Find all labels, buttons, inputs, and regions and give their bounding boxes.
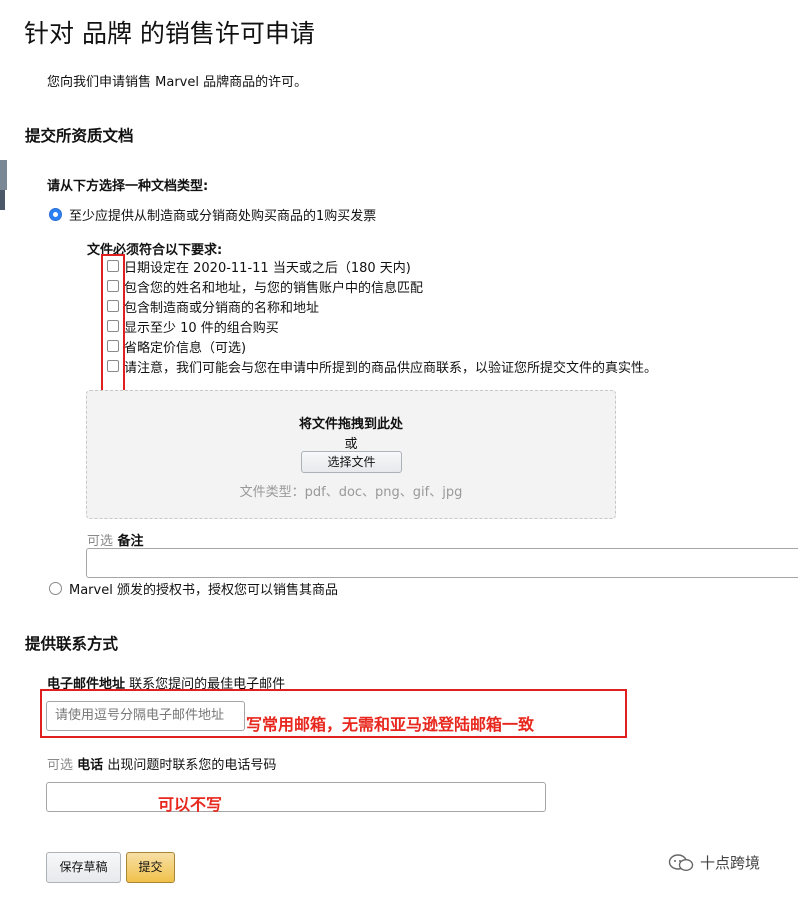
- watermark: 十点跨境: [668, 852, 760, 873]
- notes-label-text: 备注: [117, 534, 144, 549]
- requirement-item[interactable]: 日期设定在 2020-11-11 当天或之后（180 天内): [107, 256, 657, 276]
- optional-tag: 可选: [47, 758, 74, 773]
- wechat-icon: [668, 853, 694, 871]
- requirement-label: 请注意，我们可能会与您在申请中所提到的商品供应商联系，以验证您所提交文件的真实性…: [124, 360, 658, 376]
- option-purchase-invoice[interactable]: 至少应提供从制造商或分销商处购买商品的1购买发票: [49, 205, 376, 224]
- notes-input[interactable]: [86, 548, 798, 578]
- requirement-item[interactable]: 包含制造商或分销商的名称和地址: [107, 296, 657, 316]
- requirements-list: 日期设定在 2020-11-11 当天或之后（180 天内) 包含您的姓名和地址…: [107, 256, 657, 376]
- left-edge-artifact: [0, 190, 5, 210]
- requirement-label: 包含制造商或分销商的名称和地址: [124, 300, 320, 316]
- option-authorization-letter[interactable]: Marvel 颁发的授权书，授权您可以销售其商品: [49, 579, 338, 598]
- phone-label-row: 可选 电话 出现问题时联系您的电话号码: [47, 754, 276, 773]
- document-type-prompt: 请从下方选择一种文档类型:: [47, 179, 209, 194]
- requirement-item[interactable]: 显示至少 10 件的组合购买: [107, 316, 657, 336]
- radio-unselected-icon[interactable]: [49, 582, 62, 595]
- contact-section-title: 提供联系方式: [25, 635, 119, 653]
- phone-label: 电话: [77, 758, 104, 773]
- file-types-hint: 文件类型：pdf、doc、png、gif、jpg: [239, 485, 463, 500]
- phone-annotation: 可以不写: [158, 795, 223, 814]
- option-authorization-letter-label: Marvel 颁发的授权书，授权您可以销售其商品: [69, 583, 338, 598]
- email-input[interactable]: 请使用逗号分隔电子邮件地址: [46, 701, 245, 731]
- notes-label: 可选 备注: [87, 530, 144, 549]
- requirement-label: 省略定价信息（可选): [124, 340, 247, 356]
- option-purchase-invoice-label: 至少应提供从制造商或分销商处购买商品的1购买发票: [69, 209, 377, 224]
- dropzone-title: 将文件拖拽到此处: [298, 417, 403, 432]
- requirement-label: 显示至少 10 件的组合购买: [124, 320, 279, 336]
- requirement-label: 日期设定在 2020-11-11 当天或之后（180 天内): [124, 260, 411, 276]
- left-edge-artifact: [0, 160, 7, 190]
- requirement-item[interactable]: 请注意，我们可能会与您在申请中所提到的商品供应商联系，以验证您所提交文件的真实性…: [107, 356, 657, 376]
- submit-button[interactable]: 提交: [126, 852, 175, 883]
- checkbox-highlight-box: [101, 254, 125, 395]
- intro-text: 您向我们申请销售 Marvel 品牌商品的许可。: [47, 75, 308, 90]
- save-draft-button[interactable]: 保存草稿: [46, 852, 121, 883]
- requirement-item[interactable]: 包含您的姓名和地址，与您的销售账户中的信息匹配: [107, 276, 657, 296]
- email-annotation: 写常用邮箱，无需和亚马逊登陆邮箱一致: [246, 715, 535, 734]
- watermark-text: 十点跨境: [700, 854, 761, 872]
- phone-input[interactable]: [46, 782, 546, 812]
- dropzone-or: 或: [344, 437, 358, 452]
- requirement-label: 包含您的姓名和地址，与您的销售账户中的信息匹配: [124, 280, 424, 296]
- requirement-item[interactable]: 省略定价信息（可选): [107, 336, 657, 356]
- phone-hint: 出现问题时联系您的电话号码: [107, 758, 277, 773]
- page-title: 针对 品牌 的销售许可申请: [24, 19, 315, 48]
- documents-section-title: 提交所资质文档: [25, 127, 134, 145]
- choose-file-button[interactable]: 选择文件: [301, 451, 402, 473]
- file-dropzone[interactable]: 将文件拖拽到此处 或 选择文件 文件类型：pdf、doc、png、gif、jpg: [86, 390, 616, 519]
- radio-selected-icon[interactable]: [49, 208, 62, 221]
- optional-tag: 可选: [87, 534, 114, 549]
